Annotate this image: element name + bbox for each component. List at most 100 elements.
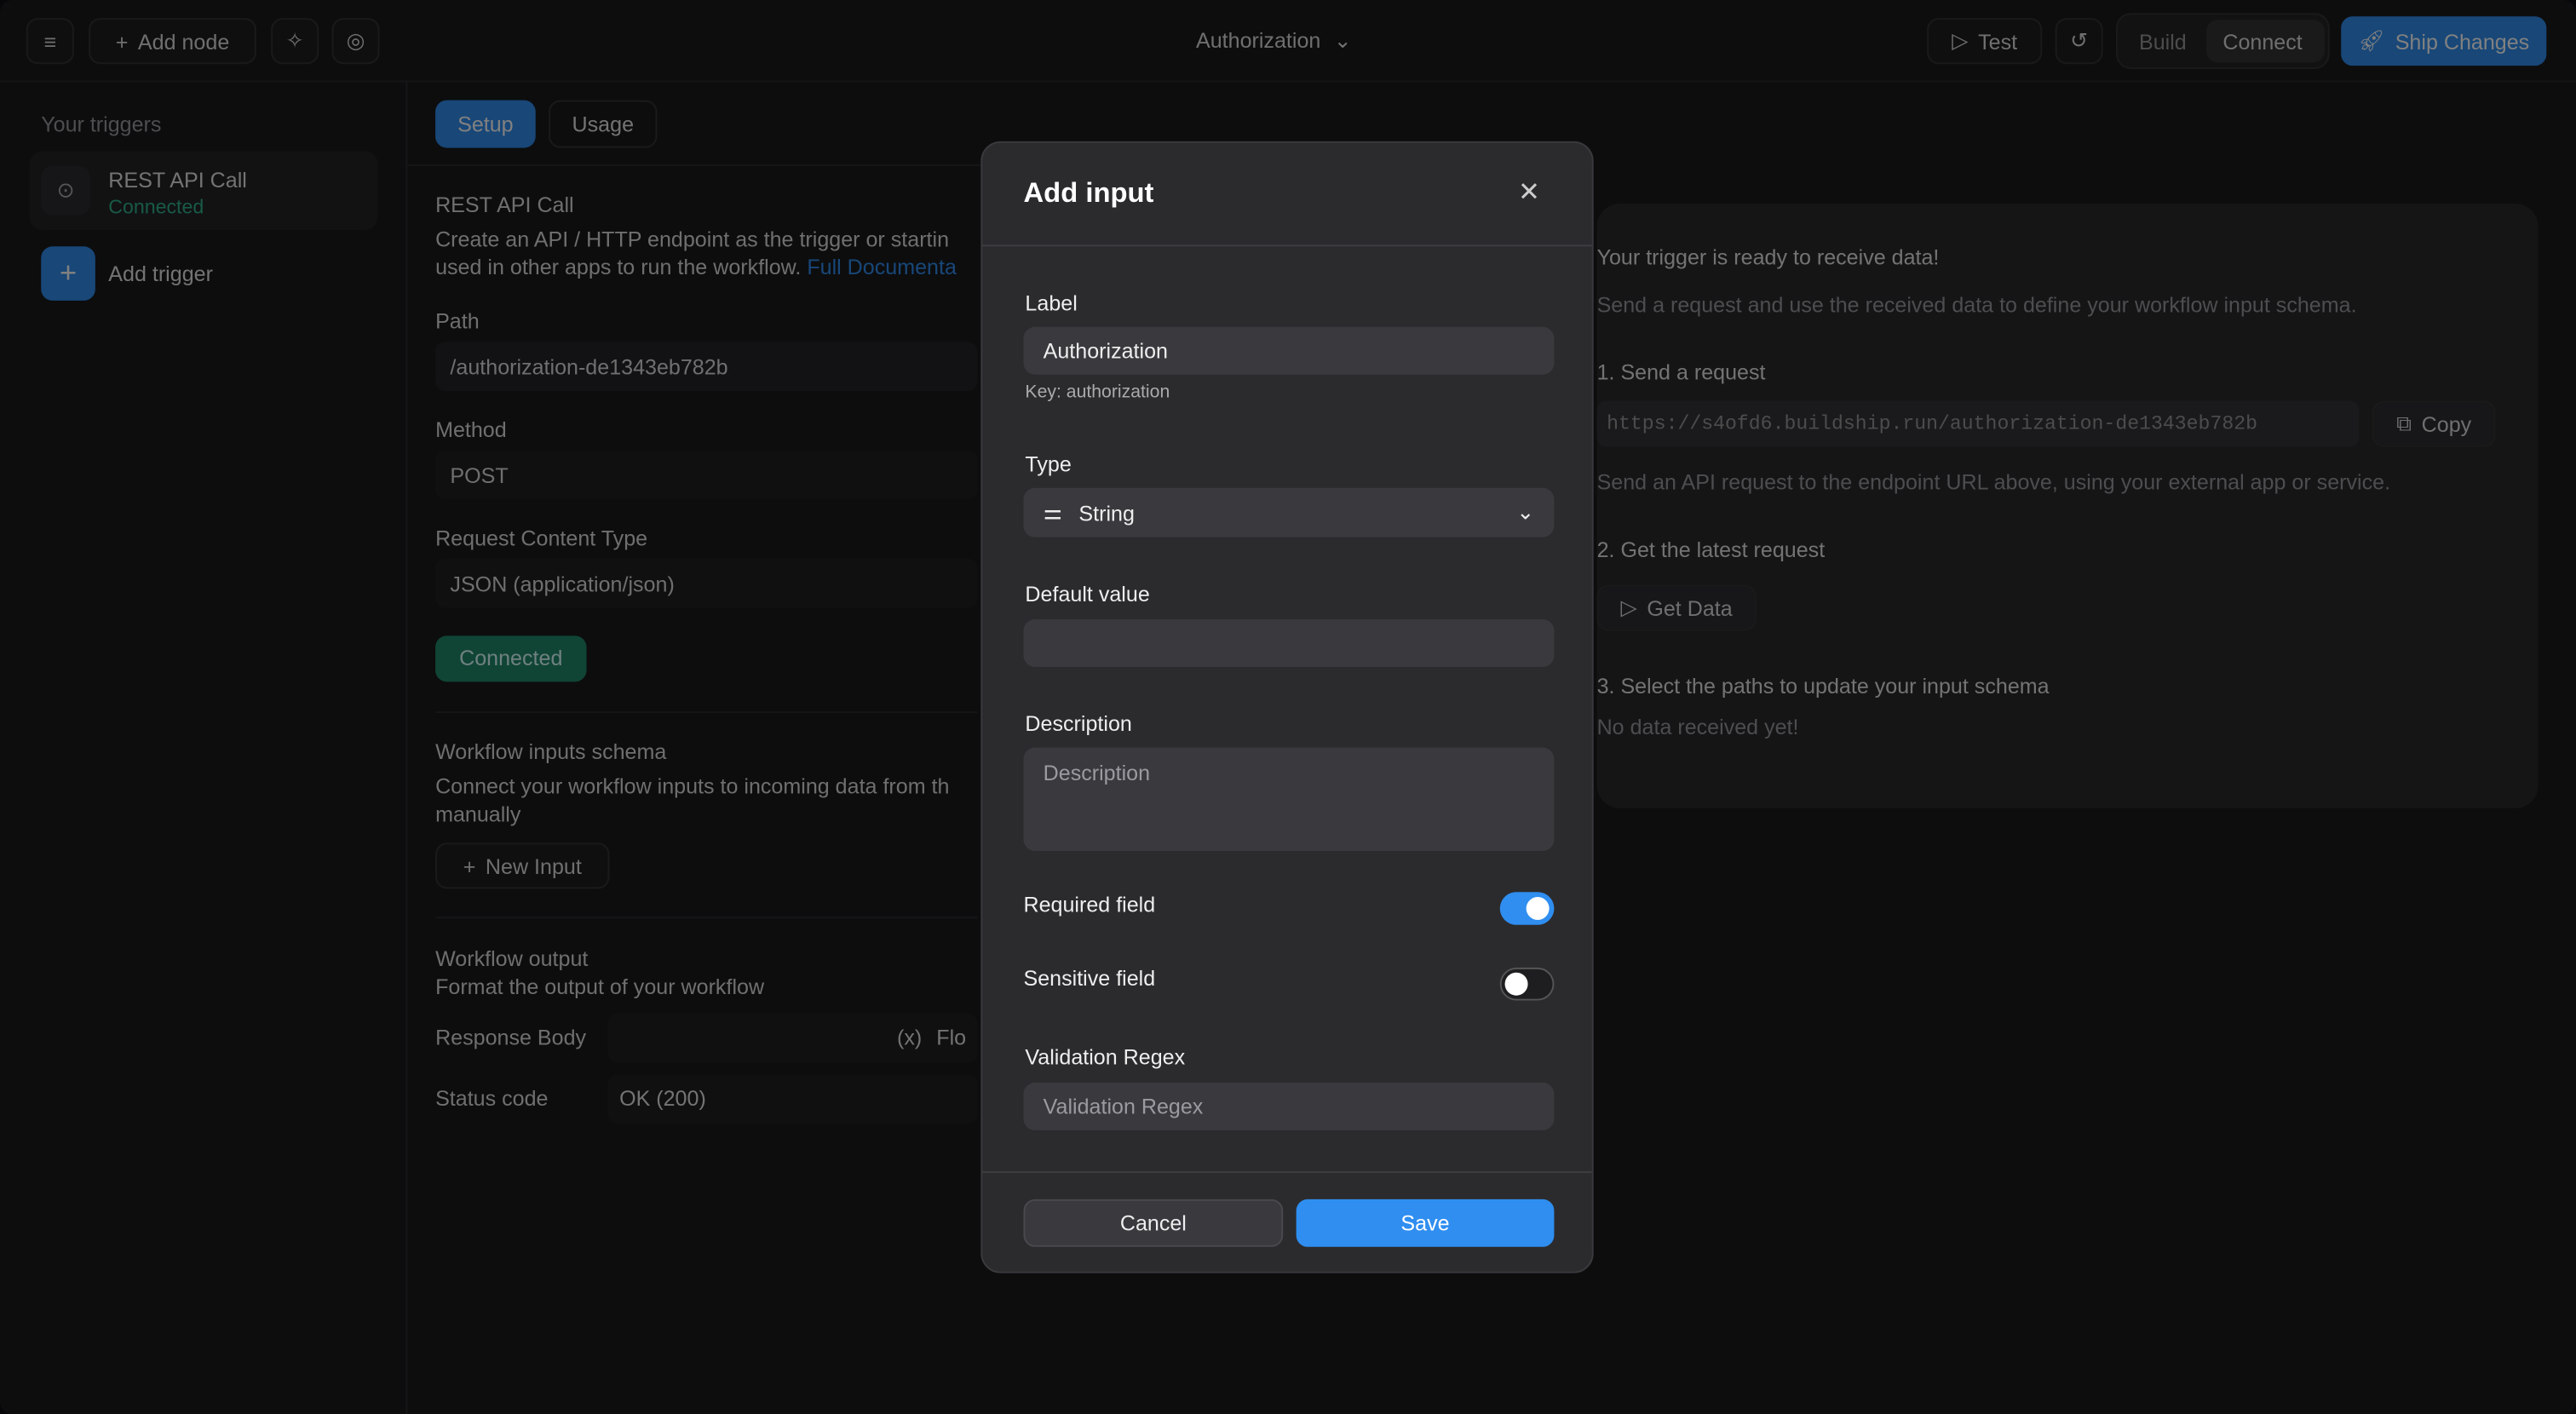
rocket-icon: 🚀︎ — [2358, 27, 2386, 53]
schema-title: Workflow inputs schema — [435, 739, 667, 764]
required-label: Required field — [1023, 892, 1156, 917]
regex-label: Validation Regex — [1025, 1044, 1186, 1070]
add-node-label: Add node — [137, 28, 230, 54]
workflow-title-dropdown[interactable]: Authorization ⌄ — [1196, 28, 1352, 55]
ship-changes-button[interactable]: 🚀︎ Ship Changes — [2341, 16, 2547, 66]
path-input[interactable]: /authorization-de1343eb782b — [435, 342, 978, 391]
output-desc: Format the output of your workflow — [435, 974, 765, 999]
get-data-button[interactable]: ▷ Get Data — [1596, 584, 1757, 631]
key-hint: Key: authorization — [1025, 382, 1170, 403]
trigger-status: Connected — [108, 195, 204, 219]
test-button[interactable]: ▷ Test — [1927, 18, 2043, 65]
test-label: Test — [1978, 28, 2018, 54]
add-input-modal: Add input ✕ Label Authorization Key: aut… — [980, 141, 1594, 1273]
divider — [982, 244, 1592, 247]
usage-panel: Your trigger is ready to receive data! S… — [1596, 204, 2539, 808]
play-icon: ▷ — [1620, 595, 1637, 620]
panel-subtitle: Send a request and use the received data… — [1596, 292, 2357, 318]
connected-button[interactable]: Connected — [435, 635, 587, 682]
sidebar: Your triggers ⊙ REST API Call Connected … — [0, 82, 408, 1414]
build-tab[interactable]: Build — [2139, 30, 2187, 55]
response-body-label: Response Body — [435, 1025, 587, 1050]
cancel-button[interactable]: Cancel — [1023, 1198, 1284, 1247]
step-1-note: Send an API request to the endpoint URL … — [1596, 469, 2391, 495]
config-desc-2: used in other apps to run the workflow. — [435, 254, 802, 279]
config-desc: Create an API / HTTP endpoint as the tri… — [435, 227, 950, 252]
ship-label: Ship Changes — [2395, 28, 2530, 54]
divider — [407, 164, 981, 166]
plus-icon: + — [463, 853, 476, 878]
top-bar: ≡ + Add node ✧ ◎ Authorization ⌄ ▷ Test ↺ B… — [0, 0, 2576, 83]
history-icon: ↺ — [2070, 27, 2089, 53]
type-select[interactable]: ⚌ String ⌄ — [1023, 487, 1555, 537]
magic-wand-button[interactable]: ✧ — [271, 18, 319, 65]
description-label: Description — [1025, 711, 1132, 736]
step-3-title: 3. Select the paths to update your input… — [1596, 673, 2050, 698]
chat-icon: ◎ — [346, 27, 365, 53]
add-node-button[interactable]: + Add node — [89, 18, 256, 65]
copy-button[interactable]: ⧉ Copy — [2372, 400, 2496, 447]
path-label: Path — [435, 308, 480, 334]
magic-wand-icon: ✧ — [285, 27, 304, 53]
description-textarea[interactable]: Description — [1023, 747, 1555, 851]
copy-icon: ⧉ — [2396, 411, 2412, 436]
workflow-title: Authorization — [1195, 27, 1321, 53]
flow-label: Flo — [936, 1025, 967, 1050]
status-code-label: Status code — [435, 1085, 549, 1111]
add-trigger-button[interactable]: + — [41, 246, 95, 301]
chat-button[interactable]: ◎ — [331, 18, 380, 65]
plus-icon: + — [115, 28, 129, 54]
schema-desc-2: manually — [435, 802, 521, 827]
content-type-select[interactable]: JSON (application/json) — [435, 558, 978, 608]
tab-usage[interactable]: Usage — [549, 100, 658, 148]
modal-title: Add input — [1023, 177, 1154, 209]
method-select[interactable]: POST — [435, 450, 978, 500]
new-input-label: New Input — [485, 853, 582, 878]
status-code-select[interactable]: OK (200) — [607, 1074, 978, 1124]
trigger-item-rest-api[interactable]: ⊙ REST API Call Connected — [29, 151, 378, 230]
label-field-label: Label — [1025, 290, 1078, 316]
step-1-title: 1. Send a request — [1596, 359, 1766, 385]
required-toggle[interactable] — [1499, 892, 1555, 925]
content-type-label: Request Content Type — [435, 526, 648, 551]
schema-desc: Connect your workflow inputs to incoming… — [435, 773, 950, 799]
chevron-down-icon: ⌄ — [1333, 27, 1352, 53]
docs-link[interactable]: Full Documenta — [807, 255, 957, 279]
variable-icon: (x) — [896, 1025, 923, 1050]
save-button[interactable]: Save — [1296, 1198, 1555, 1247]
mode-switch: Build Connect — [2115, 13, 2330, 69]
regex-input[interactable]: Validation Regex — [1023, 1082, 1555, 1130]
default-value-input[interactable] — [1023, 619, 1555, 667]
step-2-title: 2. Get the latest request — [1596, 537, 1826, 562]
response-body-input[interactable]: (x) Flo — [607, 1013, 978, 1063]
no-data-text: No data received yet! — [1596, 714, 1799, 739]
endpoint-url-field[interactable]: https://s4ofd6.buildship.run/authorizati… — [1596, 400, 2360, 447]
history-button[interactable]: ↺ — [2055, 18, 2103, 65]
sensitive-toggle[interactable] — [1499, 967, 1555, 1001]
divider — [982, 1171, 1592, 1173]
trigger-name: REST API Call — [108, 167, 247, 193]
divider — [435, 711, 978, 713]
default-value-label: Default value — [1025, 581, 1150, 606]
chevron-down-icon: ⌄ — [1516, 499, 1535, 525]
tab-setup[interactable]: Setup — [435, 100, 536, 148]
api-icon: ⊙ — [41, 165, 91, 216]
method-label: Method — [435, 417, 507, 442]
panel-title: Your trigger is ready to receive data! — [1596, 244, 1940, 270]
type-value: String — [1078, 500, 1135, 526]
type-label: Type — [1025, 451, 1072, 477]
connect-tab[interactable]: Connect — [2206, 20, 2325, 63]
string-type-icon: ⚌ — [1043, 499, 1063, 525]
add-trigger-label[interactable]: Add trigger — [108, 262, 213, 286]
divider — [435, 917, 978, 919]
label-input[interactable]: Authorization — [1023, 326, 1555, 375]
sensitive-label: Sensitive field — [1023, 965, 1156, 991]
copy-label: Copy — [2421, 411, 2472, 437]
play-icon: ▷ — [1952, 27, 1969, 53]
new-input-button[interactable]: + New Input — [435, 842, 610, 889]
menu-button[interactable]: ≡ — [26, 18, 74, 65]
menu-icon: ≡ — [43, 28, 57, 54]
close-icon[interactable]: ✕ — [1518, 175, 1540, 209]
plus-icon: + — [59, 256, 78, 290]
config-title: REST API Call — [435, 192, 574, 217]
